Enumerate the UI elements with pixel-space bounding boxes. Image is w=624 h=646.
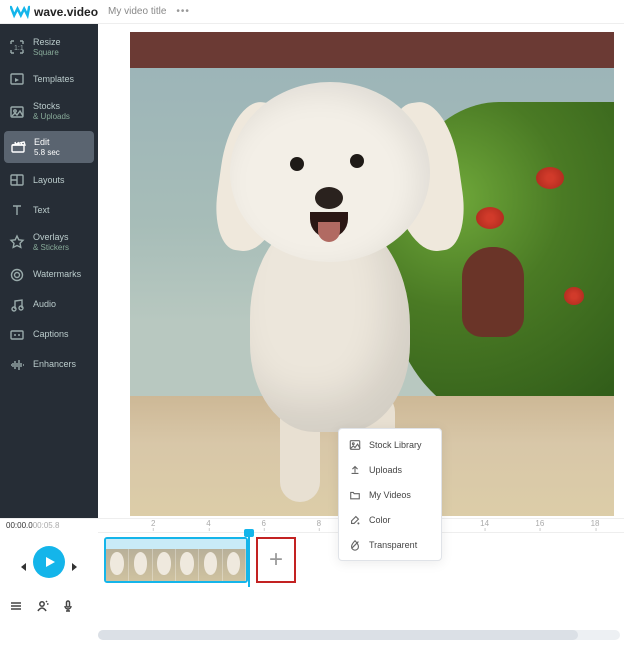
sidebar-item-label: Audio [33,299,56,310]
paint-icon [348,513,361,526]
clapper-icon [10,139,26,155]
popup-item-my-videos[interactable]: My Videos [339,482,441,507]
sidebar-item-sub: & Stickers [33,243,69,253]
sidebar-item-text[interactable]: Text [0,195,98,225]
popup-item-label: Color [369,515,391,525]
text-icon [9,202,25,218]
add-clip-button[interactable]: + [256,537,296,583]
timestamp: 00:00.000:05.8 [0,519,98,532]
ruler-tick: 18 [591,519,600,528]
sidebar-item-edit[interactable]: Edit5.8 sec [4,131,94,163]
popup-item-label: My Videos [369,490,411,500]
brand-logo[interactable]: wave.video [10,5,98,19]
sidebar-item-watermarks[interactable]: Watermarks [0,260,98,290]
image-icon [9,104,25,120]
app-header: wave.video My video title ••• [0,0,624,24]
sidebar-item-templates[interactable]: Templates [0,64,98,94]
sidebar-item-stocks[interactable]: Stocks& Uploads [0,94,98,128]
popup-item-label: Transparent [369,540,417,550]
wave-logo-icon [10,5,30,19]
popup-item-label: Stock Library [369,440,422,450]
sidebar-item-resize[interactable]: 1:1 ResizeSquare [0,30,98,64]
sidebar-item-audio[interactable]: Audio [0,290,98,320]
sidebar-item-label: Resize [33,37,61,48]
sidebar-item-overlays[interactable]: Overlays& Stickers [0,225,98,259]
ruler-tick: 8 [317,519,321,528]
svg-text:1:1: 1:1 [14,45,24,52]
timeline-panel: 00:00.000:05.8 2 4 6 8 10 12 14 16 [0,518,624,646]
sidebar-item-label: Enhancers [33,359,76,370]
play-button[interactable] [33,546,65,578]
sidebar: 1:1 ResizeSquare Templates Stocks& Uploa… [0,24,98,518]
image-icon [348,438,361,451]
popup-item-uploads[interactable]: Uploads [339,457,441,482]
sidebar-item-layouts[interactable]: Layouts [0,165,98,195]
plus-icon: + [269,546,283,574]
brand-name: wave.video [34,5,98,19]
sidebar-item-label: Layouts [33,175,65,186]
sidebar-item-sub: & Uploads [33,112,70,122]
horizontal-scrollbar[interactable] [98,630,620,640]
layouts-icon [9,172,25,188]
captions-icon [9,327,25,343]
add-media-popup: Stock Library Uploads My Videos Color Tr… [338,428,442,561]
sidebar-item-label: Overlays [33,232,69,243]
templates-icon [9,71,25,87]
ruler-tick: 2 [151,519,155,528]
star-icon [9,234,25,250]
watermark-icon [9,267,25,283]
sidebar-item-captions[interactable]: Captions [0,320,98,350]
step-back-button[interactable] [19,558,27,566]
transparent-icon [348,538,361,551]
popup-item-color[interactable]: Color [339,507,441,532]
step-forward-button[interactable] [71,558,79,566]
popup-item-stock-library[interactable]: Stock Library [339,432,441,457]
canvas-area: Stock Library Uploads My Videos Color Tr… [98,24,624,518]
sidebar-item-label: Stocks [33,101,70,112]
video-clip[interactable] [104,537,248,583]
sidebar-item-label: Templates [33,74,74,85]
ruler-tick: 4 [206,519,210,528]
ruler-tick: 6 [261,519,265,528]
popup-item-transparent[interactable]: Transparent [339,532,441,557]
sidebar-item-label: Captions [33,329,69,340]
music-icon [9,297,25,313]
scrollbar-thumb[interactable] [98,630,578,640]
time-current: 00:00.0 [6,521,33,530]
waveform-icon [9,357,25,373]
video-title[interactable]: My video title [108,6,166,17]
more-menu-icon[interactable]: ••• [176,6,190,17]
sidebar-item-enhancers[interactable]: Enhancers [0,350,98,380]
folder-icon [348,488,361,501]
sidebar-item-sub: 5.8 sec [34,148,60,158]
sidebar-item-sub: Square [33,48,61,58]
popup-item-label: Uploads [369,465,402,475]
microphone-icon[interactable] [60,598,76,614]
ruler-tick: 16 [535,519,544,528]
upload-icon [348,463,361,476]
sidebar-item-label: Text [33,205,50,216]
resize-icon: 1:1 [9,39,25,55]
ruler-tick: 14 [480,519,489,528]
list-view-icon[interactable] [8,598,24,614]
time-duration: 00:05.8 [33,521,60,530]
sidebar-item-label: Edit [34,137,60,148]
sidebar-item-label: Watermarks [33,269,81,280]
playhead[interactable] [248,533,250,587]
voiceover-icon[interactable] [34,598,50,614]
